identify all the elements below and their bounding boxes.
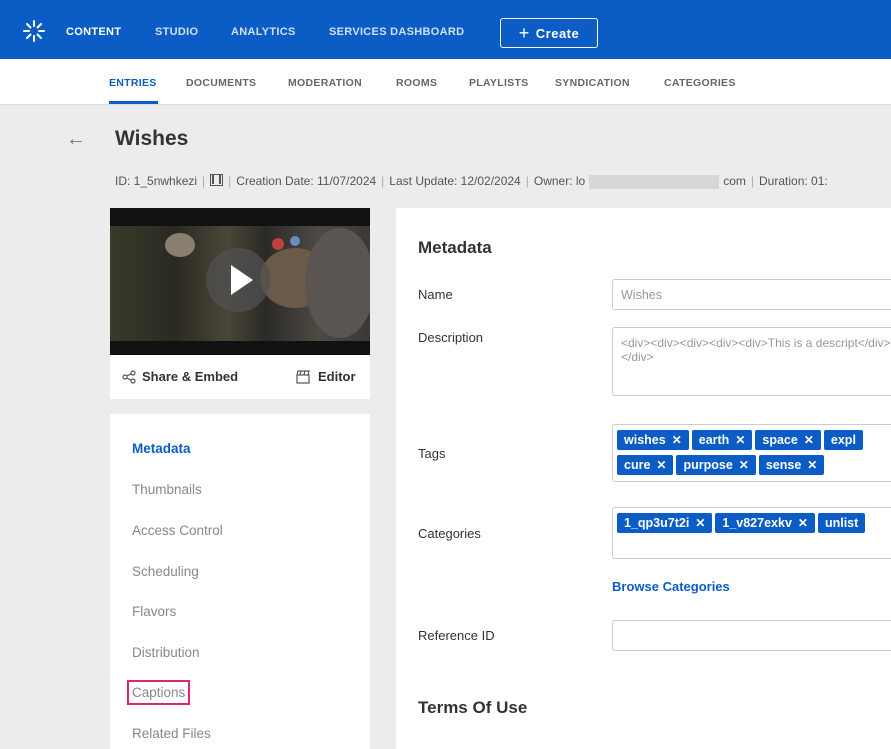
- entry-details-line: ID: 1_5nwhkezi | | Creation Date: 11/07/202…: [115, 174, 828, 189]
- remove-category-icon[interactable]: ✕: [695, 516, 705, 530]
- subnav-entries[interactable]: ENTRIES: [109, 77, 157, 89]
- tag-chip: cure ✕: [617, 455, 674, 475]
- browse-categories-link[interactable]: Browse Categories: [612, 579, 730, 594]
- remove-category-icon[interactable]: ✕: [798, 516, 808, 530]
- topnav-services-dashboard[interactable]: SERVICES DASHBOARD: [329, 26, 464, 38]
- share-icon: [122, 369, 136, 384]
- redacted-owner: [589, 174, 720, 189]
- topnav-analytics[interactable]: ANALYTICS: [231, 26, 296, 38]
- active-tab-indicator: [109, 101, 158, 104]
- subnav-documents[interactable]: DOCUMENTS: [186, 77, 256, 89]
- create-button-label: Create: [535, 25, 580, 41]
- remove-tag-icon[interactable]: ✕: [672, 433, 682, 447]
- clapperboard-icon: [296, 369, 310, 384]
- subnav-categories[interactable]: CATEGORIES: [664, 77, 736, 89]
- owner-prefix: Owner: lo: [533, 174, 586, 188]
- category-chip: 1_qp3u7t2i ✕: [617, 513, 713, 533]
- tag-chip: wishes ✕: [617, 430, 689, 450]
- remove-tag-icon[interactable]: ✕: [739, 458, 749, 472]
- editor-button[interactable]: Editor: [296, 369, 356, 384]
- tag-label: space: [762, 433, 798, 447]
- editor-label: Editor: [318, 369, 356, 384]
- top-bar: CONTENT STUDIO ANALYTICS SERVICES DASHBO…: [0, 0, 891, 59]
- name-label: Name: [418, 287, 453, 302]
- category-chip: 1_v827exkv ✕: [715, 513, 815, 533]
- category-label: 1_v827exkv: [722, 516, 792, 530]
- thumbnail-actions: Share & Embed Editor: [110, 355, 370, 399]
- reference-id-label: Reference ID: [418, 628, 495, 643]
- topnav-studio[interactable]: STUDIO: [155, 26, 198, 38]
- terms-of-use-title: Terms Of Use: [418, 698, 528, 717]
- tag-label: wishes: [624, 433, 666, 447]
- subnav-moderation[interactable]: MODERATION: [288, 77, 362, 89]
- tag-chip: sense ✕: [758, 455, 825, 475]
- plus-icon: +: [518, 23, 530, 43]
- entry-side-menu: Metadata Thumbnails Access Control Sched…: [110, 414, 370, 749]
- side-item-thumbnails[interactable]: Thumbnails: [132, 482, 202, 497]
- play-icon[interactable]: [206, 248, 270, 312]
- side-item-access-control[interactable]: Access Control: [132, 523, 223, 538]
- category-label: 1_qp3u7t2i: [624, 516, 690, 530]
- subnav-rooms[interactable]: ROOMS: [396, 77, 437, 89]
- tag-chip: space ✕: [755, 430, 821, 450]
- content-subnav: ENTRIES DOCUMENTS MODERATION ROOMS PLAYL…: [0, 59, 891, 105]
- categories-input[interactable]: 1_qp3u7t2i ✕ 1_v827exkv ✕ unlist: [612, 507, 891, 559]
- category-chip: unlist: [817, 513, 866, 533]
- metadata-panel: Metadata Name Wishes Description <div><d…: [396, 208, 891, 749]
- creation-date: Creation Date: 11/07/2024: [236, 174, 377, 188]
- tags-label: Tags: [418, 446, 446, 461]
- entry-id: ID: 1_5nwhkezi: [115, 174, 198, 188]
- side-item-distribution[interactable]: Distribution: [132, 645, 200, 660]
- category-label: unlist: [824, 516, 859, 530]
- topnav-content[interactable]: CONTENT: [66, 26, 121, 38]
- remove-tag-icon[interactable]: ✕: [735, 433, 745, 447]
- description-textarea[interactable]: <div><div><div><div><div>This is a descr…: [612, 327, 891, 396]
- categories-label: Categories: [418, 526, 481, 541]
- page-title: Wishes: [115, 127, 189, 150]
- tag-label: sense: [765, 458, 802, 472]
- side-item-captions[interactable]: Captions: [126, 680, 191, 705]
- duration: Duration: 01:: [759, 174, 828, 188]
- remove-tag-icon[interactable]: ✕: [807, 458, 817, 472]
- back-arrow-icon[interactable]: ←: [66, 128, 86, 151]
- create-button[interactable]: + Create: [500, 18, 598, 48]
- side-item-scheduling[interactable]: Scheduling: [132, 564, 199, 579]
- tag-label: expl: [830, 433, 856, 447]
- reference-id-input[interactable]: [612, 620, 891, 651]
- tag-chip: earth ✕: [691, 430, 753, 450]
- description-label: Description: [418, 330, 484, 345]
- remove-tag-icon[interactable]: ✕: [804, 433, 814, 447]
- kaltura-logo-icon[interactable]: [22, 19, 46, 43]
- tag-label: earth: [698, 433, 730, 447]
- remove-tag-icon[interactable]: ✕: [656, 458, 666, 472]
- tag-label: purpose: [683, 458, 733, 472]
- name-input[interactable]: Wishes: [612, 279, 891, 310]
- tag-label: cure: [624, 458, 651, 472]
- side-item-related-files[interactable]: Related Files: [132, 726, 211, 741]
- owner-suffix: com: [723, 174, 746, 188]
- metadata-section-title: Metadata: [418, 238, 492, 257]
- share-embed-label: Share & Embed: [142, 369, 239, 384]
- share-embed-button[interactable]: Share & Embed: [122, 369, 238, 384]
- tags-input[interactable]: wishes ✕ earth ✕ space ✕ expl cure ✕ purpose ✕ sen…: [612, 424, 891, 482]
- tag-chip: purpose ✕: [676, 455, 756, 475]
- side-item-metadata[interactable]: Metadata: [132, 441, 191, 456]
- tag-chip: expl: [823, 430, 863, 450]
- side-item-flavors[interactable]: Flavors: [132, 604, 176, 619]
- subnav-playlists[interactable]: PLAYLISTS: [469, 77, 529, 89]
- subnav-syndication[interactable]: SYNDICATION: [555, 77, 630, 89]
- video-type-icon: [210, 174, 224, 186]
- last-update: Last Update: 12/02/2024: [389, 174, 521, 188]
